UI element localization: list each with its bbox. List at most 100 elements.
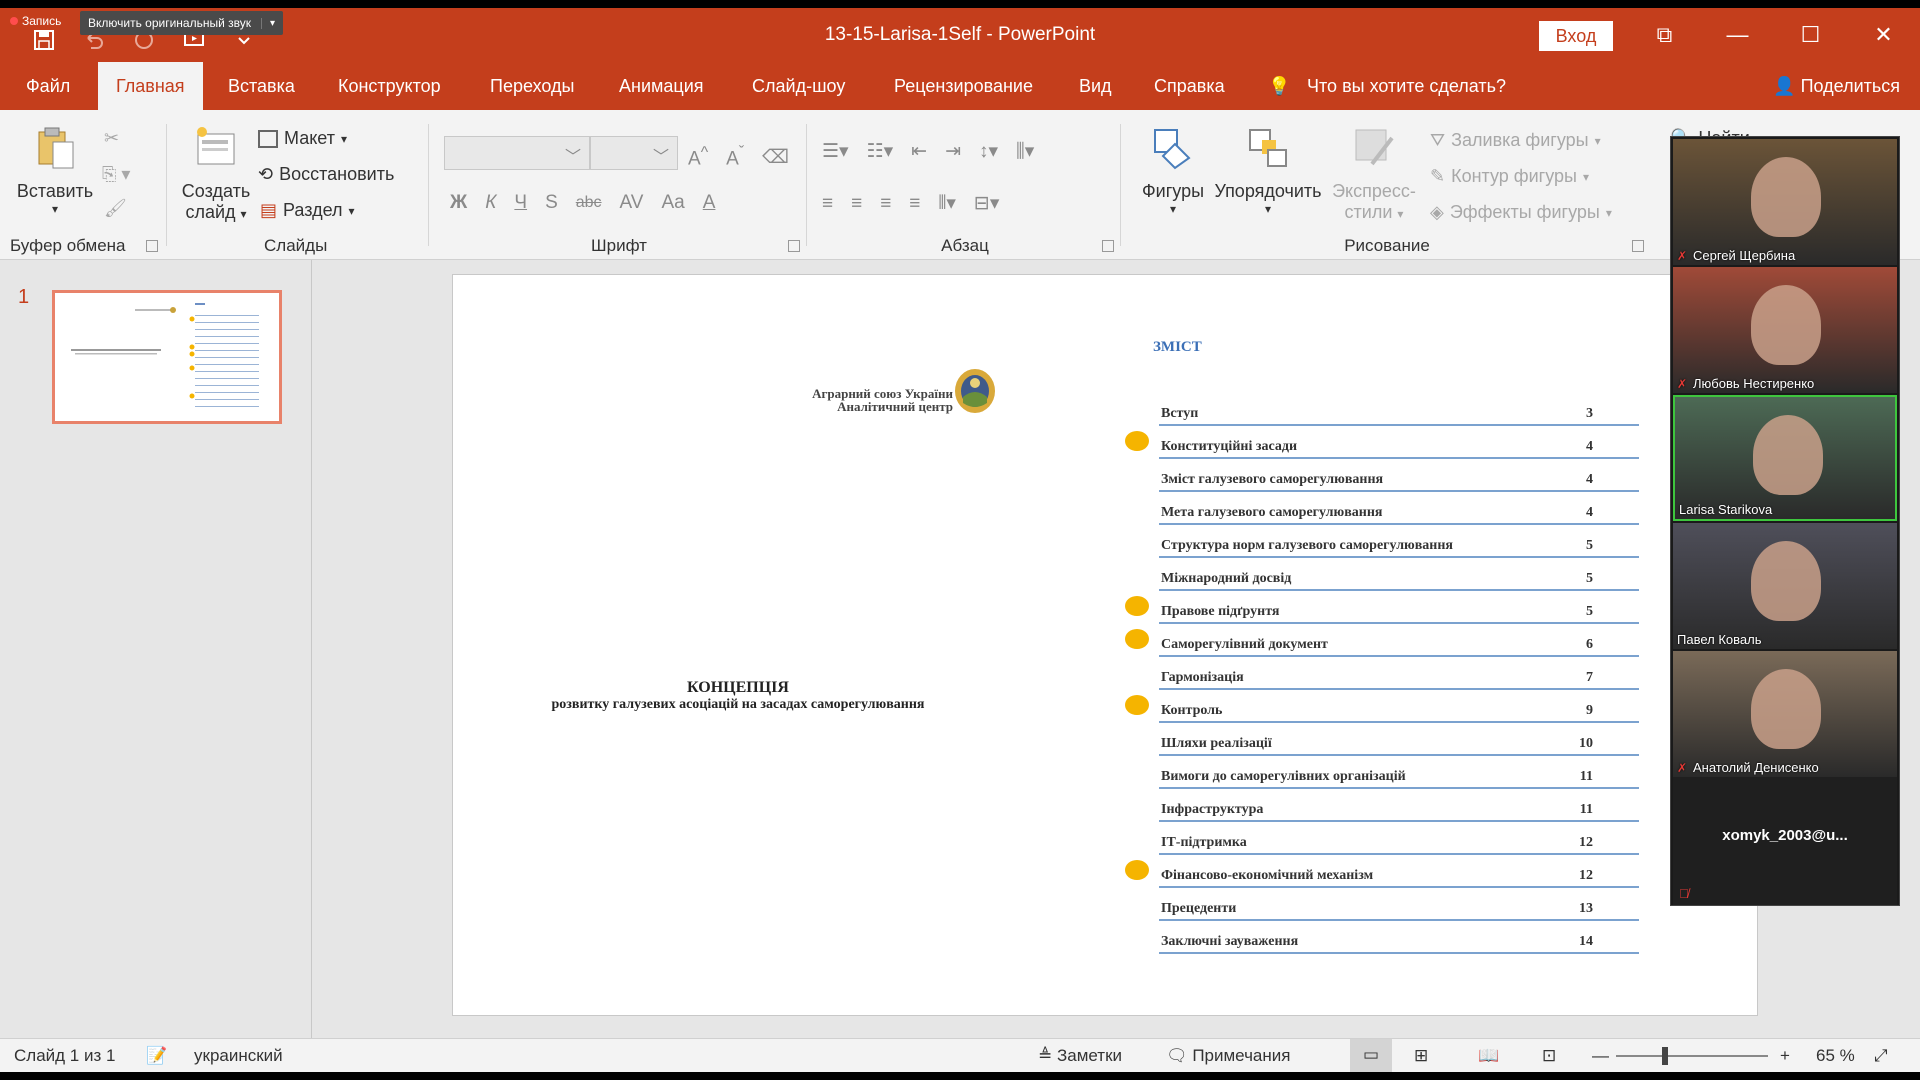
spell-check-icon[interactable]: 📝 — [146, 1046, 167, 1066]
shadow-button[interactable]: S — [545, 192, 558, 214]
participant-tile-no-video[interactable]: xomyk_2003@u... 🎙̸ — [1673, 777, 1897, 905]
tab-transitions[interactable]: Переходы — [472, 62, 592, 110]
signin-button[interactable]: Вход — [1539, 21, 1613, 51]
text-direction-icon[interactable]: ⫼▾ — [1016, 140, 1034, 163]
toc-page: 14 — [1579, 934, 1593, 949]
align-right-icon[interactable]: ≡ — [880, 193, 891, 215]
section-button[interactable]: ▤ Раздел ▾ — [260, 200, 355, 221]
slide-thumbnail[interactable] — [52, 290, 282, 424]
columns-icon[interactable]: ⫴▾ — [938, 192, 956, 215]
drawing-launcher-icon[interactable] — [1632, 240, 1644, 252]
fit-to-window-icon[interactable]: ⤢ — [1874, 1046, 1888, 1066]
zoom-out-button[interactable]: — — [1592, 1046, 1609, 1066]
participant-tile[interactable]: Павел Коваль — [1673, 523, 1897, 649]
normal-view-button[interactable]: ▭ — [1350, 1039, 1392, 1072]
arrange-button[interactable]: Упорядочить ▾ — [1210, 126, 1326, 216]
zoom-in-button[interactable]: + — [1780, 1046, 1790, 1066]
toc-page: 7 — [1586, 670, 1593, 685]
slideshow-view-icon[interactable]: ⊡ — [1542, 1046, 1556, 1066]
organization-name: Аграрний союз України Аналітичний центр — [753, 387, 953, 413]
participant-tile[interactable]: ✗ Любовь Нестиренко — [1673, 267, 1897, 393]
font-size-combo[interactable]: ﹀ — [590, 136, 678, 170]
format-painter-icon[interactable]: 🖌 — [104, 198, 127, 219]
arrange-label: Упорядочить — [1214, 181, 1322, 201]
copy-icon[interactable]: ⎘ ▾ — [102, 164, 130, 185]
tab-review[interactable]: Рецензирование — [876, 62, 1051, 110]
share-button[interactable]: 👤 Поделиться — [1773, 62, 1900, 110]
tab-animations[interactable]: Анимация — [601, 62, 722, 110]
shape-effects-button[interactable]: ◈ Эффекты фигуры ▾ — [1430, 202, 1612, 223]
tab-help[interactable]: Справка — [1136, 62, 1243, 110]
increase-indent-icon[interactable]: ⇥ — [945, 140, 961, 163]
slide-canvas[interactable]: Аграрний союз України Аналітичний центр … — [452, 274, 1758, 1016]
toc-label: Прецеденти — [1161, 901, 1237, 916]
tell-me-box[interactable]: 💡 Что вы хотите сделать? — [1268, 62, 1506, 110]
align-left-icon[interactable]: ≡ — [822, 193, 833, 215]
bold-button[interactable]: Ж — [450, 192, 467, 214]
paragraph-launcher-icon[interactable] — [1102, 240, 1114, 252]
slide-sorter-icon[interactable]: ⊞ — [1414, 1046, 1428, 1066]
chevron-down-icon[interactable]: ▾ — [14, 202, 96, 216]
tab-insert[interactable]: Вставка — [210, 62, 313, 110]
shape-fill-button[interactable]: ⛛ Заливка фигуры ▾ — [1430, 130, 1601, 151]
numbering-icon[interactable]: ☷▾ — [867, 140, 894, 163]
ribbon-display-options-icon[interactable]: ⧉ — [1628, 8, 1701, 62]
comments-label: Примечания — [1192, 1046, 1291, 1065]
italic-button[interactable]: К — [485, 192, 496, 214]
shape-outline-button[interactable]: ✎ Контур фигуры ▾ — [1430, 166, 1589, 187]
toc-page: 5 — [1586, 604, 1593, 619]
paste-button[interactable]: Вставить ▾ — [14, 126, 96, 216]
tab-slideshow[interactable]: Слайд-шоу — [734, 62, 863, 110]
shrink-font-icon[interactable]: Aˇ — [726, 144, 744, 170]
clipboard-launcher-icon[interactable] — [146, 240, 158, 252]
new-slide-button[interactable]: Создать слайд ▾ — [178, 126, 254, 223]
highlight-marker-icon — [1125, 629, 1149, 649]
zoom-slider[interactable] — [1616, 1047, 1768, 1065]
powerpoint-window: Запись Включить оригинальный звук ▾ 13-15… — [0, 8, 1920, 1072]
notes-button[interactable]: ≜ Заметки — [1038, 1046, 1122, 1066]
font-launcher-icon[interactable] — [788, 240, 800, 252]
language-indicator[interactable]: украинский — [194, 1046, 283, 1066]
participant-tile[interactable]: ✗ Сергей Щербина — [1673, 139, 1897, 265]
font-family-combo[interactable]: ﹀ — [444, 136, 590, 170]
participant-video — [1753, 415, 1823, 495]
maximize-button[interactable]: ☐ — [1774, 8, 1847, 62]
zoom-slider-thumb[interactable] — [1662, 1047, 1668, 1065]
align-text-icon[interactable]: ⊟▾ — [974, 192, 999, 215]
align-center-icon[interactable]: ≡ — [851, 193, 862, 215]
participant-name: Павел Коваль — [1677, 632, 1762, 647]
chevron-down-icon[interactable]: ▾ — [241, 207, 247, 221]
close-button[interactable]: ✕ — [1847, 8, 1920, 62]
tab-home[interactable]: Главная — [98, 62, 203, 110]
clear-formatting-icon[interactable]: ⌫ — [762, 146, 789, 169]
participant-name-label: ✗ Любовь Нестиренко — [1677, 376, 1814, 391]
strikethrough-button[interactable]: abc — [576, 194, 602, 212]
toc-page: 5 — [1586, 571, 1593, 586]
divider — [428, 124, 429, 246]
toc-row: Фінансово-економічний механізм 12 — [1125, 855, 1639, 888]
justify-icon[interactable]: ≡ — [909, 193, 920, 215]
reset-button[interactable]: ⟲ Восстановить — [258, 164, 394, 185]
cut-icon[interactable]: ✂ — [104, 128, 119, 149]
reading-view-icon[interactable]: 📖 — [1478, 1046, 1499, 1066]
toc-label: Шляхи реалізації — [1161, 736, 1272, 751]
grow-font-icon[interactable]: A^ — [688, 144, 708, 170]
bullets-icon[interactable]: ☰▾ — [822, 140, 849, 163]
tab-file[interactable]: Файл — [8, 62, 88, 110]
quick-styles-button[interactable]: Экспресс- стили ▾ — [1326, 126, 1422, 223]
decrease-indent-icon[interactable]: ⇤ — [911, 140, 927, 163]
tab-view[interactable]: Вид — [1061, 62, 1130, 110]
line-spacing-icon[interactable]: ↕▾ — [979, 140, 998, 163]
participant-tile[interactable]: Larisa Starikova — [1673, 395, 1897, 521]
font-color-button[interactable]: A — [703, 192, 716, 214]
minimize-button[interactable]: — — [1701, 8, 1774, 62]
participant-tile[interactable]: ✗ Анатолий Денисенко — [1673, 651, 1897, 777]
layout-button[interactable]: Макет ▾ — [258, 128, 347, 149]
underline-button[interactable]: Ч — [514, 192, 527, 214]
zoom-level[interactable]: 65 % — [1816, 1046, 1855, 1066]
comments-button[interactable]: 🗨 Примечания — [1166, 1046, 1290, 1066]
shapes-button[interactable]: Фигуры ▾ — [1138, 126, 1208, 216]
change-case-button[interactable]: Aa — [661, 192, 684, 214]
character-spacing-button[interactable]: AV — [620, 192, 644, 214]
tab-design[interactable]: Конструктор — [320, 62, 459, 110]
